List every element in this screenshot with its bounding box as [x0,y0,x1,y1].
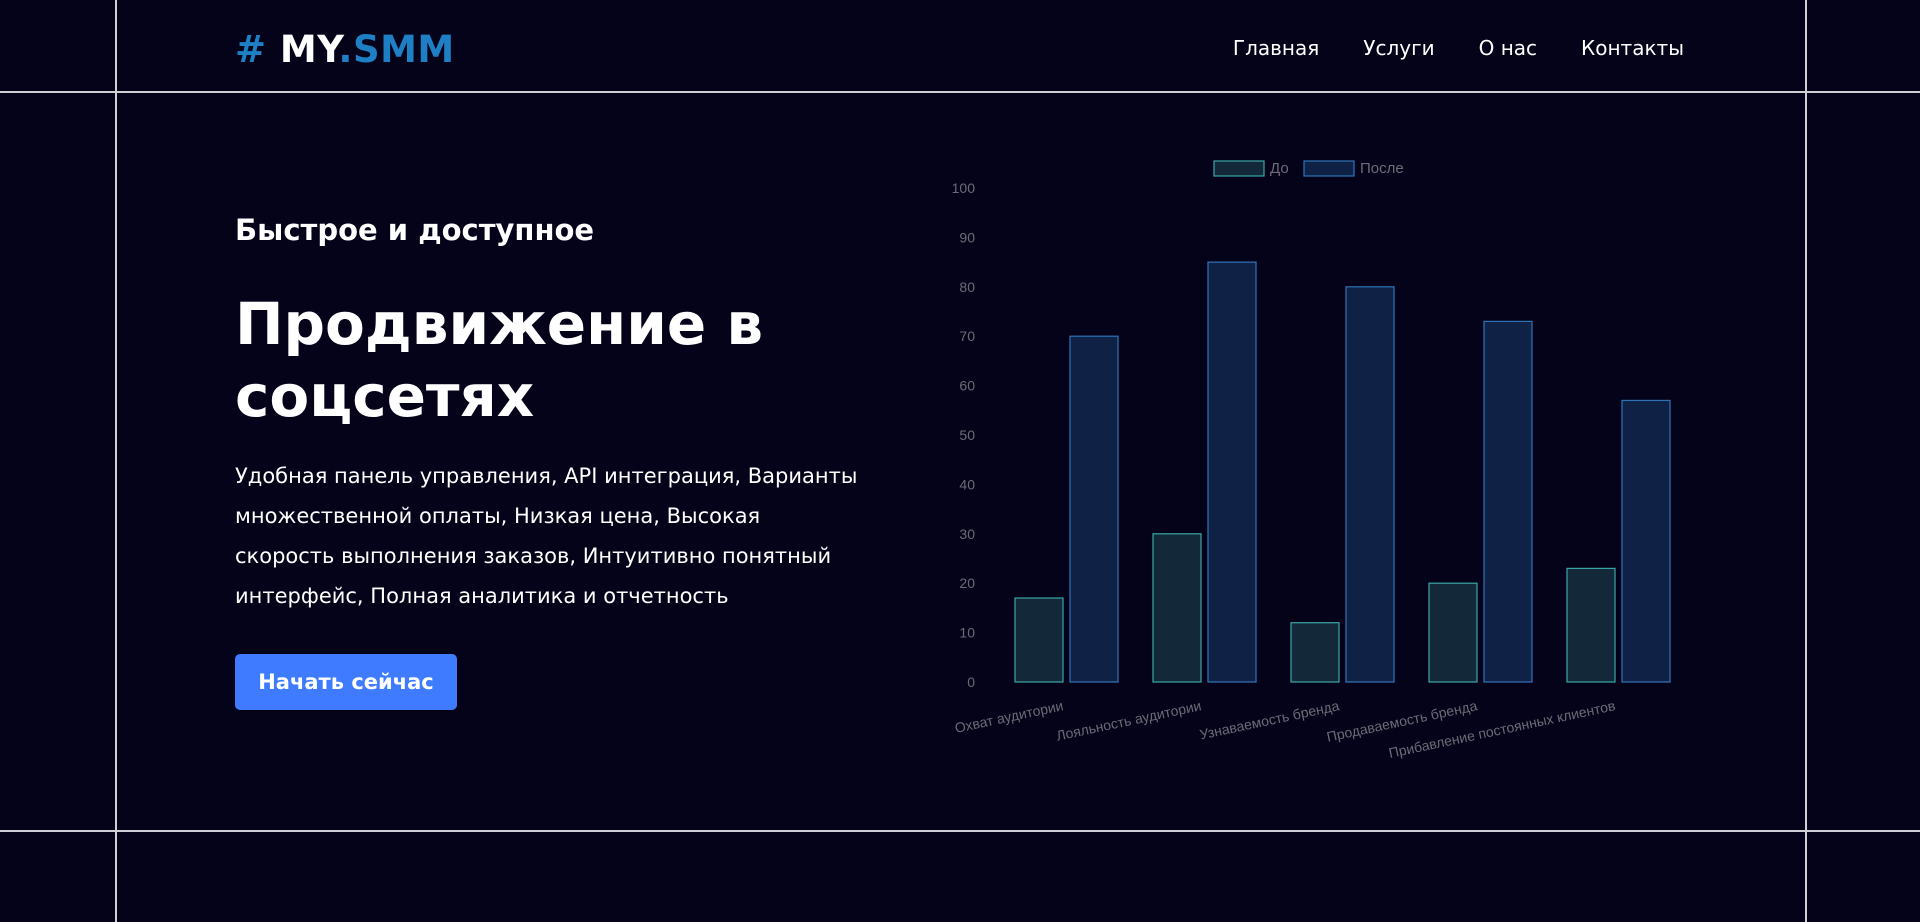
bar-after [1483,320,1533,683]
bar-before [1290,622,1340,683]
nav-item-about[interactable]: О нас [1479,36,1537,60]
bar-after [1207,261,1257,683]
legend-label-before: До [1270,160,1289,177]
y-tick-label: 20 [959,575,975,591]
grid-line-right [1805,0,1807,922]
hero-subtitle: Быстрое и доступное [235,213,595,247]
bar-after [1345,286,1395,683]
logo-dot: . [338,28,353,71]
x-tick-label: Прибавление постоянных клиентов [1387,697,1616,761]
before-after-bar-chart: До После 0 10 20 30 40 50 60 70 80 90 100 Охват аудит… [952,160,1671,761]
grid-line-left [115,0,117,922]
y-tick-label: 40 [959,476,975,492]
nav-item-services[interactable]: Услуги [1363,36,1434,60]
logo-hash: # [235,28,267,71]
main-nav: Главная Услуги О нас Контакты [1233,36,1684,60]
y-tick-label: 30 [959,526,975,542]
y-tick-label: 80 [959,279,975,295]
bar-before [1428,582,1478,683]
x-tick-label: Охват аудитории [953,697,1064,736]
start-now-button[interactable]: Начать сейчас [235,654,457,710]
legend-label-after: После [1360,160,1404,177]
y-tick-label: 0 [967,674,975,690]
bar-after [1621,399,1671,683]
hero-description: Удобная панель управления, API интеграци… [235,464,858,608]
bar-before [1152,533,1202,683]
hero-title: Продвижение в соцсетях [235,290,764,430]
bar-before [1566,567,1616,683]
bar-after [1069,335,1119,683]
grid-line-header [0,91,1920,93]
nav-item-contacts[interactable]: Контакты [1581,36,1684,60]
logo-my: MY [279,28,339,71]
x-tick-label: Лояльность аудитории [1055,697,1203,743]
x-tick-label: Узнаваемость бренда [1198,697,1341,742]
y-tick-label: 10 [959,625,975,641]
grid-line-footer [0,830,1920,832]
y-tick-label: 90 [959,229,975,245]
y-tick-label: 50 [959,427,975,443]
logo-smm: SMM [352,28,455,71]
nav-item-home[interactable]: Главная [1233,36,1319,60]
y-tick-label: 60 [959,378,975,394]
y-tick-label: 70 [959,328,975,344]
legend-swatch-before [1213,160,1265,177]
bar-before [1014,597,1064,683]
logo[interactable]: # MY.SMM [235,28,455,71]
y-tick-label: 100 [952,180,976,196]
legend-swatch-after [1303,160,1355,177]
page: # MY.SMM Главная Услуги О нас Контакты Б… [0,0,1920,922]
